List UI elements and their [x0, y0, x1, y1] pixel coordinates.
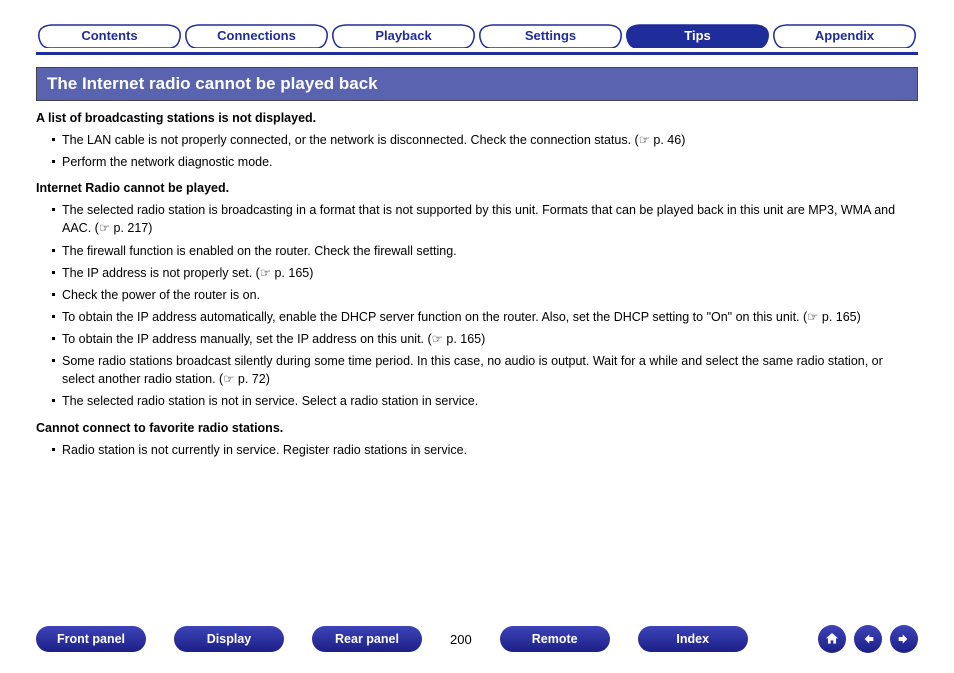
- page-ref-link[interactable]: ☞ p. 217: [99, 221, 148, 235]
- arrow-left-icon: [860, 631, 876, 647]
- tab-connections[interactable]: Connections: [184, 24, 329, 48]
- content-area: A list of broadcasting stations is not d…: [36, 111, 918, 459]
- home-button[interactable]: [818, 625, 846, 653]
- pointing-hand-icon: ☞: [432, 332, 443, 346]
- subsection-heading: Internet Radio cannot be played.: [36, 181, 918, 195]
- tab-underline: [36, 52, 918, 55]
- arrow-right-icon: [896, 631, 912, 647]
- prev-page-button[interactable]: [854, 625, 882, 653]
- page-number: 200: [450, 632, 472, 647]
- list-item: To obtain the IP address automatically, …: [52, 308, 918, 326]
- pointing-hand-icon: ☞: [223, 372, 234, 386]
- tab-settings[interactable]: Settings: [478, 24, 623, 48]
- section-banner: The Internet radio cannot be played back: [36, 67, 918, 101]
- top-tabs: Contents Connections Playback Settings T…: [36, 20, 918, 48]
- page-ref-link[interactable]: ☞ p. 165: [807, 310, 856, 324]
- tab-contents[interactable]: Contents: [37, 24, 182, 48]
- bullet-list: The selected radio station is broadcasti…: [36, 201, 918, 410]
- tab-label: Connections: [217, 28, 296, 43]
- footer-bar: Front panel Display Rear panel 200 Remote I…: [0, 625, 954, 653]
- pointing-hand-icon: ☞: [99, 221, 110, 235]
- remote-button[interactable]: Remote: [500, 626, 610, 652]
- pointing-hand-icon: ☞: [639, 133, 650, 147]
- tab-appendix[interactable]: Appendix: [772, 24, 917, 48]
- tab-label: Appendix: [815, 28, 874, 43]
- tab-label: Tips: [684, 28, 711, 43]
- tab-label: Contents: [81, 28, 137, 43]
- index-button[interactable]: Index: [638, 626, 748, 652]
- page-ref-link[interactable]: ☞ p. 46: [639, 133, 682, 147]
- page-ref-link[interactable]: ☞ p. 165: [432, 332, 481, 346]
- list-item: Check the power of the router is on.: [52, 286, 918, 304]
- bullet-list: The LAN cable is not properly connected,…: [36, 131, 918, 171]
- list-item: Some radio stations broadcast silently d…: [52, 352, 918, 388]
- home-icon: [824, 631, 840, 647]
- list-item: Radio station is not currently in servic…: [52, 441, 918, 459]
- subsection-heading: Cannot connect to favorite radio station…: [36, 421, 918, 435]
- tab-label: Playback: [375, 28, 431, 43]
- page-ref-link[interactable]: ☞ p. 165: [260, 266, 309, 280]
- tab-label: Settings: [525, 28, 576, 43]
- list-item: The LAN cable is not properly connected,…: [52, 131, 918, 149]
- pointing-hand-icon: ☞: [807, 310, 818, 324]
- rear-panel-button[interactable]: Rear panel: [312, 626, 422, 652]
- list-item: The IP address is not properly set. (☞ p…: [52, 264, 918, 282]
- tab-playback[interactable]: Playback: [331, 24, 476, 48]
- list-item: Perform the network diagnostic mode.: [52, 153, 918, 171]
- front-panel-button[interactable]: Front panel: [36, 626, 146, 652]
- list-item: The firewall function is enabled on the …: [52, 242, 918, 260]
- list-item: To obtain the IP address manually, set t…: [52, 330, 918, 348]
- tab-tips[interactable]: Tips: [625, 24, 770, 48]
- next-page-button[interactable]: [890, 625, 918, 653]
- subsection-heading: A list of broadcasting stations is not d…: [36, 111, 918, 125]
- list-item: The selected radio station is not in ser…: [52, 392, 918, 410]
- pointing-hand-icon: ☞: [260, 266, 271, 280]
- display-button[interactable]: Display: [174, 626, 284, 652]
- bullet-list: Radio station is not currently in servic…: [36, 441, 918, 459]
- list-item: The selected radio station is broadcasti…: [52, 201, 918, 237]
- page-ref-link[interactable]: ☞ p. 72: [223, 372, 266, 386]
